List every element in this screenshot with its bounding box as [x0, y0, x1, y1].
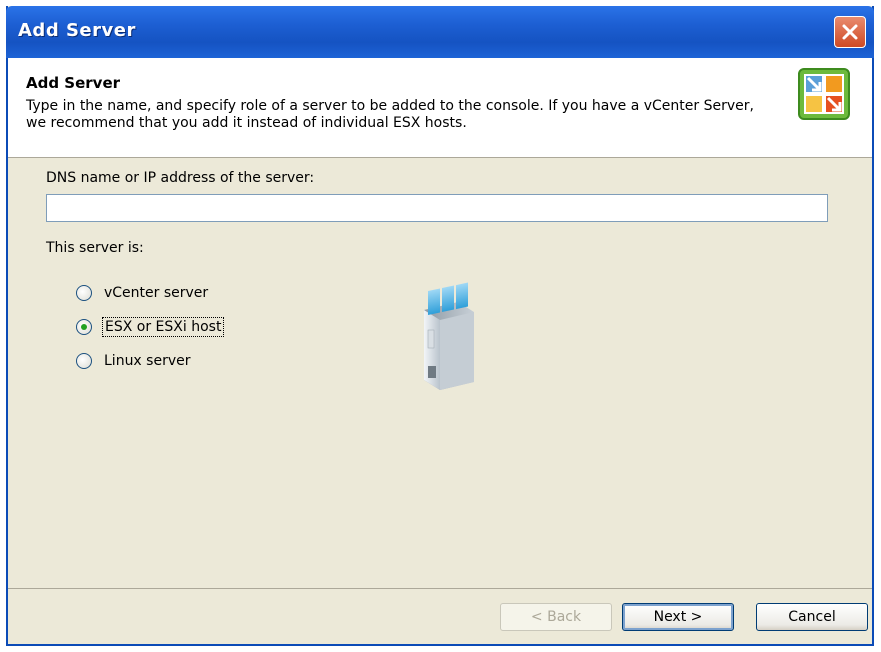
vmware-converter-logo-icon: [798, 68, 850, 120]
radio-circle[interactable]: [76, 353, 92, 369]
radio-linux-server[interactable]: Linux server: [76, 350, 193, 372]
header-title: Add Server: [26, 74, 121, 92]
close-icon: [842, 24, 858, 40]
dns-label: DNS name or IP address of the server:: [46, 170, 315, 186]
radio-label: vCenter server: [104, 285, 209, 301]
radio-label: Linux server: [104, 353, 191, 369]
add-server-dialog: Add Server Add Server Type in the name, …: [6, 6, 874, 646]
radio-esx-host[interactable]: ESX or ESXi host: [76, 316, 225, 338]
back-button[interactable]: < Back: [500, 603, 612, 631]
wizard-content: DNS name or IP address of the server: Th…: [8, 158, 872, 588]
header-description: Type in the name, and specify role of a …: [26, 98, 754, 131]
wizard-header: Add Server Type in the name, and specify…: [8, 58, 872, 158]
radio-circle[interactable]: [76, 319, 92, 335]
radio-label: ESX or ESXi host: [102, 317, 225, 337]
role-label: This server is:: [46, 240, 144, 256]
next-button[interactable]: Next >: [622, 603, 734, 631]
dns-input[interactable]: [46, 194, 828, 222]
wizard-footer: < Back Next > Cancel: [8, 588, 872, 646]
radio-circle[interactable]: [76, 285, 92, 301]
server-tower-icon: [424, 282, 474, 390]
close-button[interactable]: [834, 16, 866, 48]
window-title: Add Server: [18, 20, 136, 41]
cancel-button[interactable]: Cancel: [756, 603, 868, 631]
title-bar[interactable]: Add Server: [6, 6, 874, 58]
radio-vcenter-server[interactable]: vCenter server: [76, 282, 210, 304]
